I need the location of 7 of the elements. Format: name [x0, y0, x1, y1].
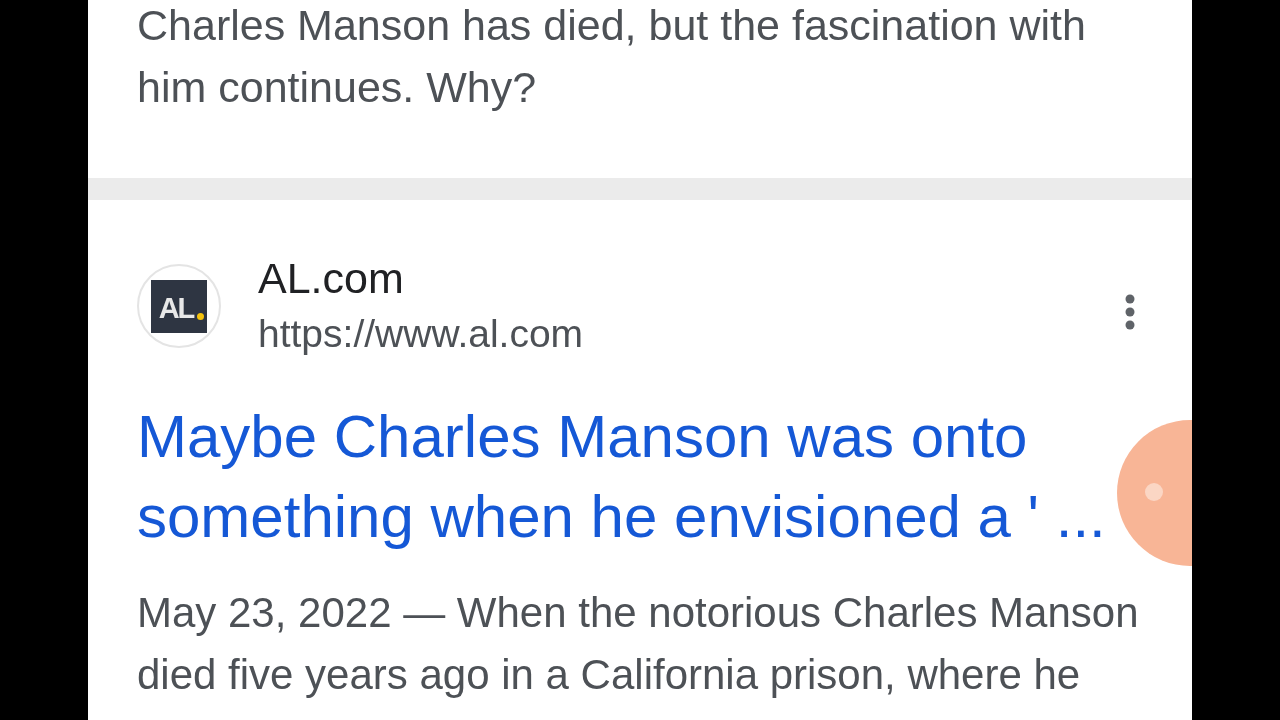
result-snippet: May 23, 2022 — When the notorious Charles Manson died five years ago in a California prison, where he	[137, 588, 1140, 700]
site-name: AL.com	[258, 253, 405, 304]
more-options-icon[interactable]	[1123, 292, 1137, 332]
result-snippet: Charles Manson has died, but the fascination with him continues. Why?	[137, 0, 1087, 113]
site-url[interactable]: https://www.al.com	[258, 306, 584, 361]
logo-text: AL	[158, 293, 194, 323]
result-title-link[interactable]: Maybe Charles Manson was onto something when he envisioned a ' ...	[137, 397, 1115, 557]
